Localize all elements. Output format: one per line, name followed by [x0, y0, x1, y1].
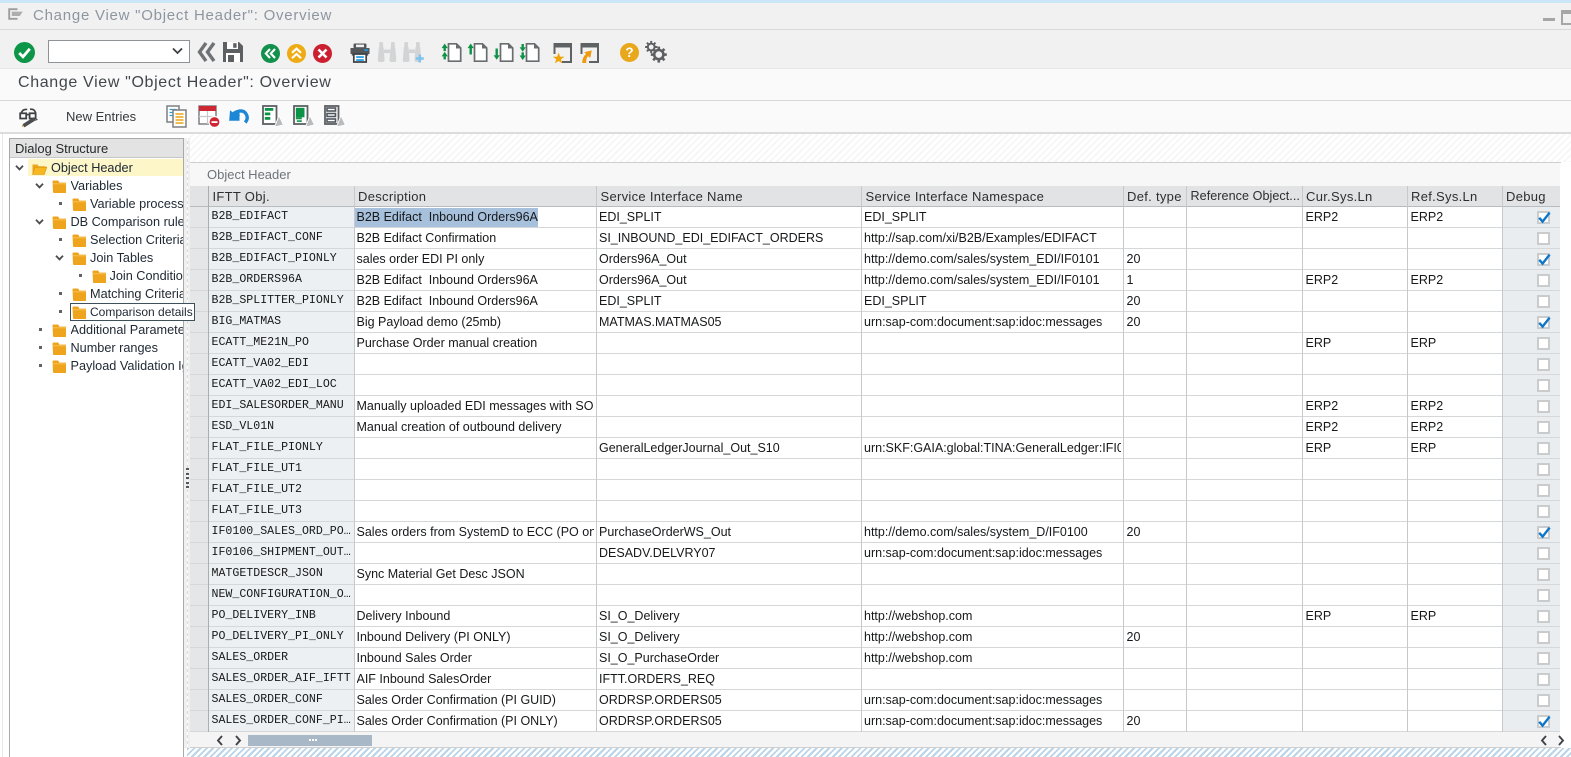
svg-text:?: ?	[625, 45, 633, 60]
